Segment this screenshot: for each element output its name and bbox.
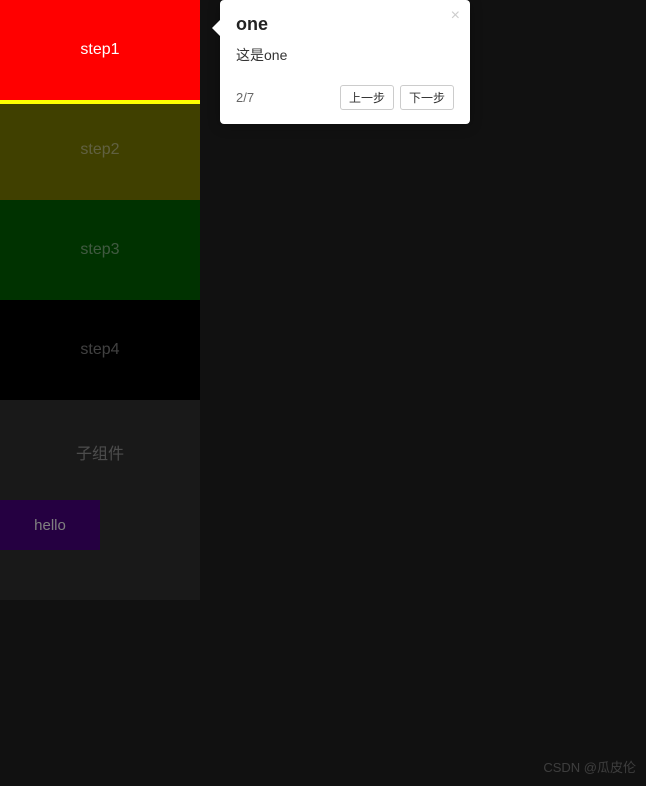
step-box-1[interactable]: step1 xyxy=(0,0,200,100)
step-label: step1 xyxy=(80,41,119,59)
tooltip-footer: 2/7 上一步 下一步 xyxy=(236,85,454,110)
tour-tooltip: × one 这是one 2/7 上一步 下一步 xyxy=(220,0,470,124)
close-icon[interactable]: × xyxy=(451,8,460,24)
tooltip-content: 这是one xyxy=(236,45,454,65)
prev-button[interactable]: 上一步 xyxy=(340,85,394,110)
step-counter: 2/7 xyxy=(236,90,254,105)
tooltip-buttons: 上一步 下一步 xyxy=(340,85,454,110)
tooltip-title: one xyxy=(236,14,454,35)
dim-overlay-sidebar xyxy=(0,104,200,600)
dim-overlay-bottom xyxy=(0,600,200,786)
next-button[interactable]: 下一步 xyxy=(400,85,454,110)
